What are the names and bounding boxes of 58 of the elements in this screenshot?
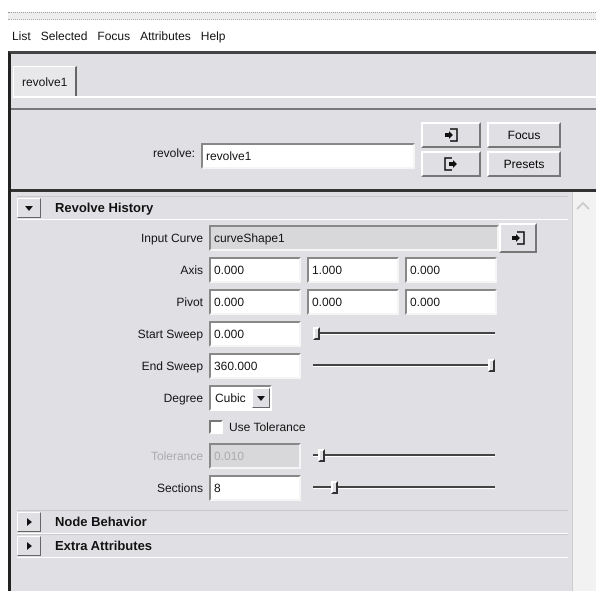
collapse-icon: [24, 203, 34, 213]
attribute-field[interactable]: 360.000: [209, 353, 301, 379]
connection-button[interactable]: [499, 223, 537, 253]
output-icon: [444, 157, 458, 171]
attribute-label: Input Curve: [140, 230, 203, 247]
slider[interactable]: [313, 359, 495, 373]
select-output-button[interactable]: [421, 151, 481, 177]
menu-item[interactable]: List: [12, 27, 31, 45]
expand-button[interactable]: [17, 536, 41, 556]
section-header[interactable]: Revolve History: [17, 196, 568, 220]
expand-icon: [24, 517, 34, 527]
section-title: Extra Attributes: [55, 537, 152, 556]
menu-item[interactable]: Selected: [40, 27, 88, 45]
attribute-field[interactable]: 0.000: [405, 289, 497, 315]
expand-icon: [24, 541, 34, 551]
expand-button[interactable]: [17, 512, 41, 532]
menu-item[interactable]: Help: [200, 27, 226, 45]
attribute-field[interactable]: 8: [209, 475, 301, 501]
menu-item[interactable]: Focus: [97, 27, 130, 45]
attribute-field[interactable]: 0.000: [209, 257, 301, 283]
section-header[interactable]: Extra Attributes: [17, 534, 568, 558]
caret-icon: [256, 393, 266, 403]
attribute-label: Axis: [179, 262, 203, 279]
attribute-field[interactable]: 0.000: [405, 257, 497, 283]
select-input-button[interactable]: [421, 122, 481, 148]
input-icon: [511, 231, 525, 245]
attribute-label: Tolerance: [150, 448, 203, 465]
slider-thumb[interactable]: [313, 327, 320, 340]
tab[interactable]: revolve1: [13, 66, 78, 96]
focus-button[interactable]: Focus: [487, 122, 561, 148]
attribute-label: Start Sweep: [136, 326, 203, 343]
section-title: Revolve History: [55, 199, 154, 218]
attribute-field[interactable]: 0.000: [209, 321, 301, 347]
slider-thumb[interactable]: [330, 481, 338, 494]
expand-button[interactable]: [17, 198, 41, 218]
slider[interactable]: [313, 481, 495, 495]
attribute-field[interactable]: 1.000: [307, 257, 399, 283]
presets-button[interactable]: Presets: [487, 151, 561, 177]
checkbox[interactable]: [209, 420, 223, 434]
section-title: Node Behavior: [55, 513, 147, 532]
attribute-label: End Sweep: [140, 358, 203, 375]
node-name-field[interactable]: revolve1: [201, 142, 415, 168]
menu-item[interactable]: Attributes: [140, 27, 191, 45]
attribute-field[interactable]: 0.000: [209, 289, 301, 315]
section-header[interactable]: Node Behavior: [17, 510, 568, 534]
attribute-field[interactable]: 0.000: [307, 289, 399, 315]
attribute-label: Degree: [162, 390, 203, 407]
attribute-label: Sections: [156, 480, 203, 497]
dropdown[interactable]: Cubic: [209, 385, 272, 411]
node-label: revolve:: [152, 144, 196, 162]
attribute-field[interactable]: curveShape1: [209, 225, 499, 251]
dropdown-value: Cubic: [215, 390, 246, 407]
slider[interactable]: [313, 327, 495, 341]
input-icon: [444, 128, 458, 142]
checkbox-label: Use Tolerance: [229, 419, 306, 436]
scrollbar[interactable]: [572, 192, 596, 591]
attribute-label: Pivot: [175, 294, 203, 311]
slider-thumb[interactable]: [488, 359, 495, 372]
